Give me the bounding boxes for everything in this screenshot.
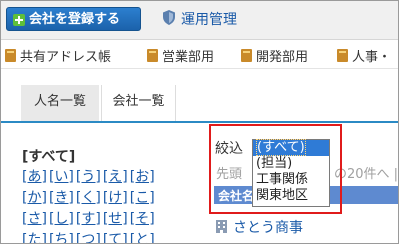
tab-people-list[interactable]: 人名一覧 xyxy=(21,85,99,121)
kana-row-ta: [た] [ち] [つ] [て] [と] xyxy=(22,229,157,243)
kana-link[interactable]: [た] xyxy=(22,232,47,243)
kana-link[interactable]: [て] xyxy=(103,232,128,243)
address-book-sales[interactable]: 営業部用 xyxy=(147,46,214,65)
admin-link[interactable]: 運用管理 xyxy=(181,9,237,29)
shield-icon xyxy=(163,10,175,25)
kana-link[interactable]: [あ] xyxy=(22,169,47,185)
highlight-box xyxy=(209,124,342,214)
index-all-link[interactable]: [すべて] xyxy=(22,146,75,166)
next-page-link[interactable]: の20件へ | xyxy=(334,163,398,182)
kana-link[interactable]: [い] xyxy=(49,169,74,185)
tab-company-list[interactable]: 会社一覧 xyxy=(101,85,176,121)
address-book-label: 人事・ xyxy=(352,50,392,65)
kana-link[interactable]: [つ] xyxy=(76,232,101,243)
kana-link[interactable]: [き] xyxy=(49,190,74,206)
kana-link[interactable]: [し] xyxy=(49,211,74,227)
book-icon xyxy=(147,49,158,62)
book-icon xyxy=(241,49,252,62)
kana-link[interactable]: [か] xyxy=(22,190,47,206)
kana-link[interactable]: [す] xyxy=(76,211,101,227)
kana-link[interactable]: [う] xyxy=(76,169,101,185)
address-book-hr[interactable]: 人事・ xyxy=(337,46,391,65)
address-book-label: 営業部用 xyxy=(162,50,215,65)
kana-link[interactable]: [さ] xyxy=(22,211,47,227)
kana-row-ka: [か] [き] [く] [け] [こ] xyxy=(22,187,157,207)
register-company-label: 会社を登録する xyxy=(29,12,121,27)
address-book-dev[interactable]: 開発部用 xyxy=(241,46,308,65)
kana-link[interactable]: [せ] xyxy=(103,211,128,227)
kana-row-sa: [さ] [し] [す] [せ] [そ] xyxy=(22,208,157,228)
kana-link[interactable]: [け] xyxy=(103,190,128,206)
app-frame: 会社を登録する 運用管理 共有アドレス帳 営業部用 開発部用 人事・ 人名一覧 … xyxy=(0,0,399,244)
address-book-label: 共有アドレス帳 xyxy=(20,50,112,65)
company-name: さとう商事 xyxy=(233,220,303,236)
plus-icon xyxy=(13,14,25,26)
kana-link[interactable]: [こ] xyxy=(130,190,155,206)
kana-link[interactable]: [そ] xyxy=(130,211,155,227)
building-icon xyxy=(216,220,227,233)
toolbar: 会社を登録する 運用管理 xyxy=(1,1,398,40)
address-book-bar: 共有アドレス帳 営業部用 開発部用 人事・ xyxy=(1,40,398,69)
view-tabs: 人名一覧 会社一覧 xyxy=(1,85,398,123)
address-book-label: 開発部用 xyxy=(256,50,309,65)
address-book-shared[interactable]: 共有アドレス帳 xyxy=(5,46,111,65)
kana-row-a: [あ] [い] [う] [え] [お] xyxy=(22,166,157,186)
book-icon xyxy=(5,49,16,62)
kana-link[interactable]: [お] xyxy=(130,169,155,185)
kana-link[interactable]: [く] xyxy=(76,190,101,206)
register-company-button[interactable]: 会社を登録する xyxy=(6,7,141,31)
kana-link[interactable]: [と] xyxy=(130,232,155,243)
company-row[interactable]: さとう商事 xyxy=(216,217,303,237)
kana-link[interactable]: [え] xyxy=(103,169,128,185)
book-icon xyxy=(337,49,348,62)
kana-link[interactable]: [ち] xyxy=(49,232,74,243)
